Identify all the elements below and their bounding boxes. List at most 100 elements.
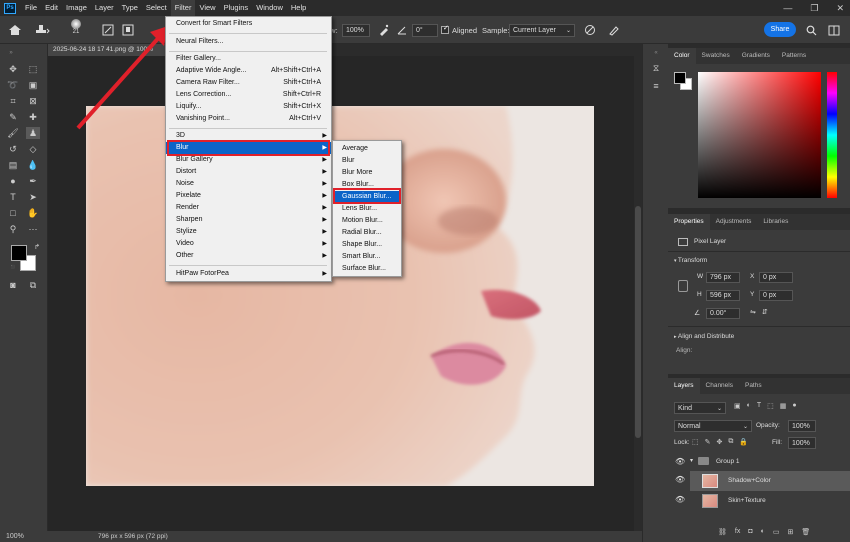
menu-item-convert-smart-filters[interactable]: Convert for Smart Filters: [166, 18, 331, 30]
menu-item-noise[interactable]: Noise ▶: [166, 178, 331, 190]
lasso-tool-icon[interactable]: ➰: [6, 79, 20, 91]
layer-row-skin-texture[interactable]: Skin+Texture: [690, 491, 850, 511]
menu-image[interactable]: Image: [62, 0, 91, 16]
new-layer-icon[interactable]: ⊞: [787, 528, 793, 536]
scrollbar-thumb[interactable]: [635, 206, 641, 438]
lock-all-icon[interactable]: 🔒: [739, 438, 748, 446]
tab-properties[interactable]: Properties: [668, 214, 710, 230]
move-tool-icon[interactable]: ✥: [6, 63, 20, 75]
hand-tool-icon[interactable]: ✋: [26, 207, 40, 219]
blur-tool-icon[interactable]: 💧: [26, 159, 40, 171]
clone-stamp-preset-icon[interactable]: [34, 21, 50, 39]
add-mask-icon[interactable]: ◘: [748, 528, 752, 536]
eraser-tool-icon[interactable]: ◇: [26, 143, 40, 155]
workspace-icon[interactable]: [828, 21, 840, 39]
menu-filter[interactable]: Filter: [170, 0, 196, 16]
menu-item-average[interactable]: Average: [333, 143, 401, 155]
pressure-icon[interactable]: [608, 21, 620, 39]
tab-patterns[interactable]: Patterns: [776, 48, 812, 64]
lock-pixels-icon[interactable]: ✎: [705, 438, 711, 446]
menu-item-radial-blur[interactable]: Radial Blur...: [333, 227, 401, 239]
zoom-tool-icon[interactable]: ⚲: [6, 223, 20, 235]
lock-transparent-icon[interactable]: ⬚: [692, 438, 699, 446]
angle-field-props[interactable]: 0.00°: [706, 308, 740, 319]
menu-item-stylize[interactable]: Stylize ▶: [166, 226, 331, 238]
link-icon[interactable]: [678, 280, 688, 292]
opacity-field[interactable]: 100%: [788, 420, 816, 432]
menu-item-lens-correction[interactable]: Lens Correction... Shift+Ctrl+R: [166, 89, 331, 101]
pixel-filter-icon[interactable]: ▣: [734, 402, 741, 410]
pen-tool-icon[interactable]: ✒: [26, 175, 40, 187]
angle-field[interactable]: 0°: [412, 23, 438, 37]
marquee-tool-icon[interactable]: ⬚: [26, 63, 40, 75]
menu-item-shape-blur[interactable]: Shape Blur...: [333, 239, 401, 251]
type-filter-icon[interactable]: T: [757, 402, 761, 410]
menu-item-hitpaw-fotorpea[interactable]: HitPaw FotorPea ▶: [166, 268, 331, 280]
tab-gradients[interactable]: Gradients: [736, 48, 776, 64]
default-colors-icon[interactable]: ◾: [6, 262, 20, 274]
vertical-scrollbar[interactable]: [634, 56, 642, 531]
menu-edit[interactable]: Edit: [41, 0, 62, 16]
y-field[interactable]: 0 px: [759, 290, 793, 301]
healing-brush-tool-icon[interactable]: ✚: [26, 111, 40, 123]
lock-artboard-icon[interactable]: ⧉: [728, 438, 733, 446]
link-layers-icon[interactable]: ⛓: [718, 528, 727, 536]
kind-filter-dropdown[interactable]: Kind ⌄: [674, 402, 726, 414]
flip-horizontal-icon[interactable]: ⇋: [750, 308, 756, 316]
restore-button[interactable]: ❐: [810, 3, 818, 14]
aligned-option[interactable]: ✓ Aligned: [441, 21, 477, 39]
menu-select[interactable]: Select: [142, 0, 171, 16]
menu-item-blur-more[interactable]: Blur More: [333, 167, 401, 179]
visibility-eye-icon[interactable]: 👁: [675, 495, 685, 504]
aligned-checkbox[interactable]: ✓: [441, 25, 449, 34]
adjustments-panel-icon[interactable]: ≡: [649, 80, 663, 92]
filter-toggle-icon[interactable]: ●: [792, 402, 796, 410]
menu-layer[interactable]: Layer: [91, 0, 118, 16]
search-icon[interactable]: [806, 21, 817, 39]
gradient-tool-icon[interactable]: ▤: [6, 159, 20, 171]
tab-libraries[interactable]: Libraries: [757, 214, 794, 230]
history-panel-icon[interactable]: ⧖: [649, 62, 663, 74]
eyedropper-tool-icon[interactable]: ✎: [6, 111, 20, 123]
delete-layer-icon[interactable]: 🗑: [801, 528, 810, 536]
fill-field[interactable]: 100%: [788, 437, 816, 449]
menu-window[interactable]: Window: [252, 0, 287, 16]
new-adjustment-icon[interactable]: ◐: [761, 528, 765, 536]
path-select-tool-icon[interactable]: ➤: [26, 191, 40, 203]
ignore-adjustment-icon[interactable]: [584, 21, 596, 39]
tab-swatches[interactable]: Swatches: [696, 48, 736, 64]
menu-item-lens-blur[interactable]: Lens Blur...: [333, 203, 401, 215]
shape-filter-icon[interactable]: ⬚: [767, 402, 774, 410]
tab-layers[interactable]: Layers: [668, 378, 700, 394]
more-tools-icon[interactable]: ⋯: [26, 223, 40, 235]
home-icon[interactable]: [8, 21, 22, 39]
flow-field[interactable]: 100%: [342, 23, 370, 37]
tab-adjustments[interactable]: Adjustments: [710, 214, 758, 230]
menu-item-liquify[interactable]: Liquify... Shift+Ctrl+X: [166, 101, 331, 113]
menu-item-smart-blur[interactable]: Smart Blur...: [333, 251, 401, 263]
menu-item-vanishing-point[interactable]: Vanishing Point... Alt+Ctrl+V: [166, 113, 331, 125]
tab-color[interactable]: Color: [668, 48, 696, 64]
blend-mode-dropdown[interactable]: Normal ⌄: [674, 420, 752, 432]
menu-item-pixelate[interactable]: Pixelate ▶: [166, 190, 331, 202]
collapse-panels-icon[interactable]: «: [649, 47, 663, 59]
adjustment-filter-icon[interactable]: ◐: [747, 402, 751, 410]
menu-item-other[interactable]: Other ▶: [166, 250, 331, 262]
group-expand-icon[interactable]: ▾: [690, 457, 693, 464]
tab-channels[interactable]: Channels: [700, 378, 739, 394]
rectangle-tool-icon[interactable]: □: [6, 207, 20, 219]
menu-view[interactable]: View: [195, 0, 219, 16]
menu-item-motion-blur[interactable]: Motion Blur...: [333, 215, 401, 227]
share-button[interactable]: Share: [764, 22, 796, 37]
layer-row-group[interactable]: 👁 ▾ Group 1: [668, 453, 850, 471]
menu-item-render[interactable]: Render ▶: [166, 202, 331, 214]
close-button[interactable]: ✕: [836, 3, 844, 14]
screen-mode-icon[interactable]: ⧉: [26, 279, 40, 291]
visibility-eye-icon[interactable]: 👁: [675, 475, 685, 484]
menu-item-distort[interactable]: Distort ▶: [166, 166, 331, 178]
sample-dropdown[interactable]: Current Layer ⌄: [509, 23, 575, 37]
crop-tool-icon[interactable]: ⌗: [6, 95, 20, 107]
menu-help[interactable]: Help: [287, 0, 310, 16]
menu-plugins[interactable]: Plugins: [220, 0, 253, 16]
menu-item-video[interactable]: Video ▶: [166, 238, 331, 250]
